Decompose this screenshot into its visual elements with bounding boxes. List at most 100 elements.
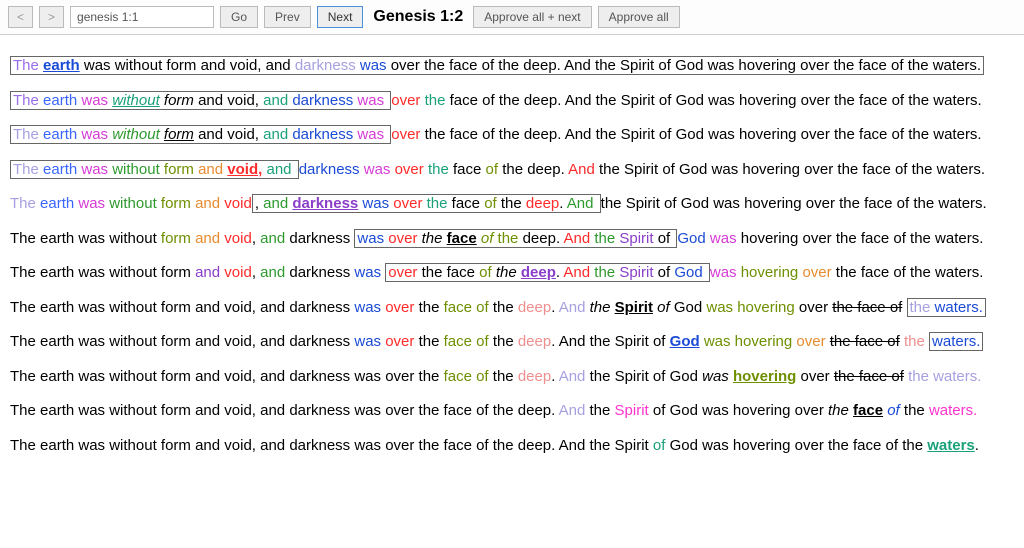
token: the: [908, 368, 933, 385]
approve-next-button[interactable]: Approve all + next: [473, 6, 591, 28]
token: was: [706, 299, 737, 316]
token: the: [594, 230, 619, 247]
highlight-box: was over the face of the deep. And the S…: [354, 229, 677, 248]
prev-button[interactable]: Prev: [264, 6, 311, 28]
token: hovering: [735, 333, 797, 350]
token: the face of: [834, 368, 904, 385]
token: hovering: [733, 368, 796, 385]
token: waters.: [932, 333, 980, 350]
token: earth: [43, 161, 81, 178]
go-button[interactable]: Go: [220, 6, 258, 28]
token: The: [13, 161, 43, 178]
token: of: [477, 230, 498, 247]
token: Spirit: [615, 402, 653, 419]
token: form: [160, 92, 194, 109]
token: And: [559, 368, 590, 385]
verse-row[interactable]: The earth was without form and void, and…: [10, 124, 1014, 147]
token: [902, 299, 906, 316]
token: was: [78, 195, 109, 212]
approve-all-button[interactable]: Approve all: [598, 6, 680, 28]
token: over: [395, 161, 428, 178]
token: of: [476, 299, 493, 316]
token: The earth was without form and void, and…: [10, 368, 444, 385]
token: was without form and void,: [80, 57, 266, 74]
token: hovering over the face of the waters.: [741, 230, 984, 247]
token: form: [161, 195, 195, 212]
token: over: [802, 264, 835, 281]
token: face: [447, 264, 480, 281]
token: of: [484, 195, 501, 212]
token: was: [81, 126, 112, 143]
page-title: Genesis 1:2: [373, 8, 463, 26]
token: face: [444, 333, 477, 350]
token: Spirit: [615, 299, 653, 316]
token: deep: [518, 333, 551, 350]
token: form: [164, 161, 198, 178]
verse-row[interactable]: The earth was without form and void, and…: [10, 90, 1014, 113]
token: without: [112, 92, 160, 109]
verse-row[interactable]: The earth was without form and void, and…: [10, 55, 1014, 78]
token: void: [224, 230, 252, 247]
token: the: [493, 368, 518, 385]
token: darkness: [292, 126, 357, 143]
token: God: [677, 230, 710, 247]
token: God: [670, 333, 700, 350]
token: waters.: [933, 368, 981, 385]
token: the: [590, 402, 615, 419]
token: and: [263, 126, 292, 143]
token: was: [702, 368, 733, 385]
verse-row[interactable]: The earth was without form and void, and…: [10, 297, 1014, 320]
token: over: [796, 368, 834, 385]
token: and: [263, 195, 292, 212]
token: of: [476, 368, 493, 385]
token: Spirit: [619, 230, 657, 247]
token: of God was hovering over: [653, 402, 828, 419]
token: was: [700, 333, 735, 350]
token: the: [590, 299, 615, 316]
verse-row[interactable]: The earth was without form and void, and…: [10, 159, 1014, 182]
verse-row[interactable]: The earth was without form and void, and…: [10, 262, 1014, 285]
verse-row[interactable]: The earth was without form and void, and…: [10, 228, 1014, 251]
token: over the face of the deep. And the Spiri…: [391, 57, 981, 74]
token: . And: [551, 333, 589, 350]
verse-variants: The earth was without form and void, and…: [0, 35, 1024, 489]
verse-row[interactable]: The earth was without form and void, and…: [10, 435, 1014, 458]
token: and: [266, 161, 295, 178]
token: And: [563, 264, 594, 281]
token: the: [590, 333, 615, 350]
token: the: [594, 264, 619, 281]
highlight-box: The earth was without form and void, and…: [10, 125, 391, 144]
token: The earth was without form and void, and…: [10, 299, 354, 316]
verse-row[interactable]: The earth was without form and void, and…: [10, 193, 1014, 216]
token: Spirit: [615, 333, 653, 350]
token: And: [567, 195, 598, 212]
token: form: [161, 230, 195, 247]
highlight-box: The earth was without form and void, and: [10, 160, 299, 179]
token: ,: [252, 230, 260, 247]
token: The: [13, 126, 43, 143]
token: the: [422, 230, 447, 247]
token: over: [388, 264, 421, 281]
token: the: [419, 333, 444, 350]
reference-input[interactable]: [70, 6, 214, 28]
next-button[interactable]: Next: [317, 6, 364, 28]
token: and: [195, 195, 224, 212]
token: .: [551, 368, 559, 385]
verse-row[interactable]: The earth was without form and void, and…: [10, 331, 1014, 354]
token: earth: [40, 195, 78, 212]
token: was: [81, 161, 112, 178]
token: face: [444, 299, 477, 316]
token: the face of the waters.: [836, 264, 984, 281]
token: of: [479, 264, 496, 281]
verse-row[interactable]: The earth was without form and void, and…: [10, 366, 1014, 389]
token: earth: [43, 92, 81, 109]
back-button[interactable]: <: [8, 6, 33, 28]
verse-row[interactable]: The earth was without form and void, and…: [10, 400, 1014, 423]
forward-button[interactable]: >: [39, 6, 64, 28]
token: was: [354, 299, 385, 316]
token: face: [853, 402, 883, 419]
token: Spirit: [619, 264, 657, 281]
token: was: [81, 92, 112, 109]
token: ,: [255, 195, 263, 212]
token: without: [109, 195, 161, 212]
